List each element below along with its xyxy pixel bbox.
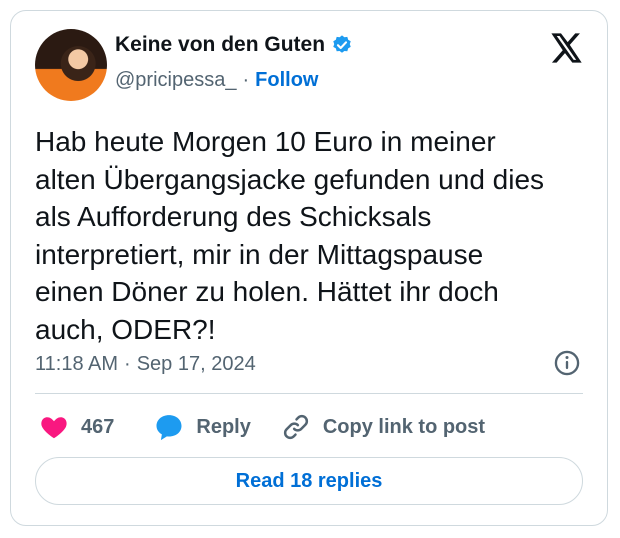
x-logo-icon[interactable] bbox=[551, 33, 583, 63]
info-icon[interactable] bbox=[553, 349, 581, 377]
tweet-text: Hab heute Morgen 10 Euro in meiner alten… bbox=[35, 126, 545, 345]
tweet-card: Keine von den Guten @pricipessa_ · Follo… bbox=[10, 10, 608, 526]
like-count: 467 bbox=[81, 415, 115, 438]
heart-icon bbox=[41, 417, 67, 439]
action-bar: 467 Reply Copy link to post bbox=[39, 407, 515, 447]
meta-separator: · bbox=[124, 353, 131, 375]
link-icon bbox=[283, 414, 308, 440]
speech-bubble-icon bbox=[156, 415, 182, 441]
separator-dot: · bbox=[242, 69, 250, 91]
reply-label: Reply bbox=[196, 415, 251, 438]
tweet-timestamp[interactable]: 11:18 AM · Sep 17, 2024 bbox=[35, 353, 256, 376]
author-name-row: Keine von den Guten bbox=[115, 33, 353, 57]
tweet-date[interactable]: Sep 17, 2024 bbox=[137, 353, 256, 376]
read-replies-button[interactable]: Read 18 replies bbox=[35, 457, 583, 505]
copy-link-label: Copy link to post bbox=[322, 415, 486, 438]
verified-badge-icon bbox=[333, 35, 351, 53]
author-name[interactable]: Keine von den Guten bbox=[115, 33, 325, 57]
avatar[interactable] bbox=[35, 29, 107, 101]
like-button[interactable]: 467 bbox=[39, 412, 114, 442]
divider bbox=[35, 393, 583, 394]
follow-button[interactable]: Follow bbox=[255, 69, 318, 92]
author-handle[interactable]: @pricipessa_ bbox=[115, 69, 236, 92]
reply-button[interactable]: Reply bbox=[154, 412, 251, 442]
tweet-time[interactable]: 11:18 AM bbox=[35, 353, 118, 376]
author-handle-row: @pricipessa_ · Follow bbox=[115, 69, 318, 92]
copy-link-button[interactable]: Copy link to post bbox=[281, 412, 485, 442]
